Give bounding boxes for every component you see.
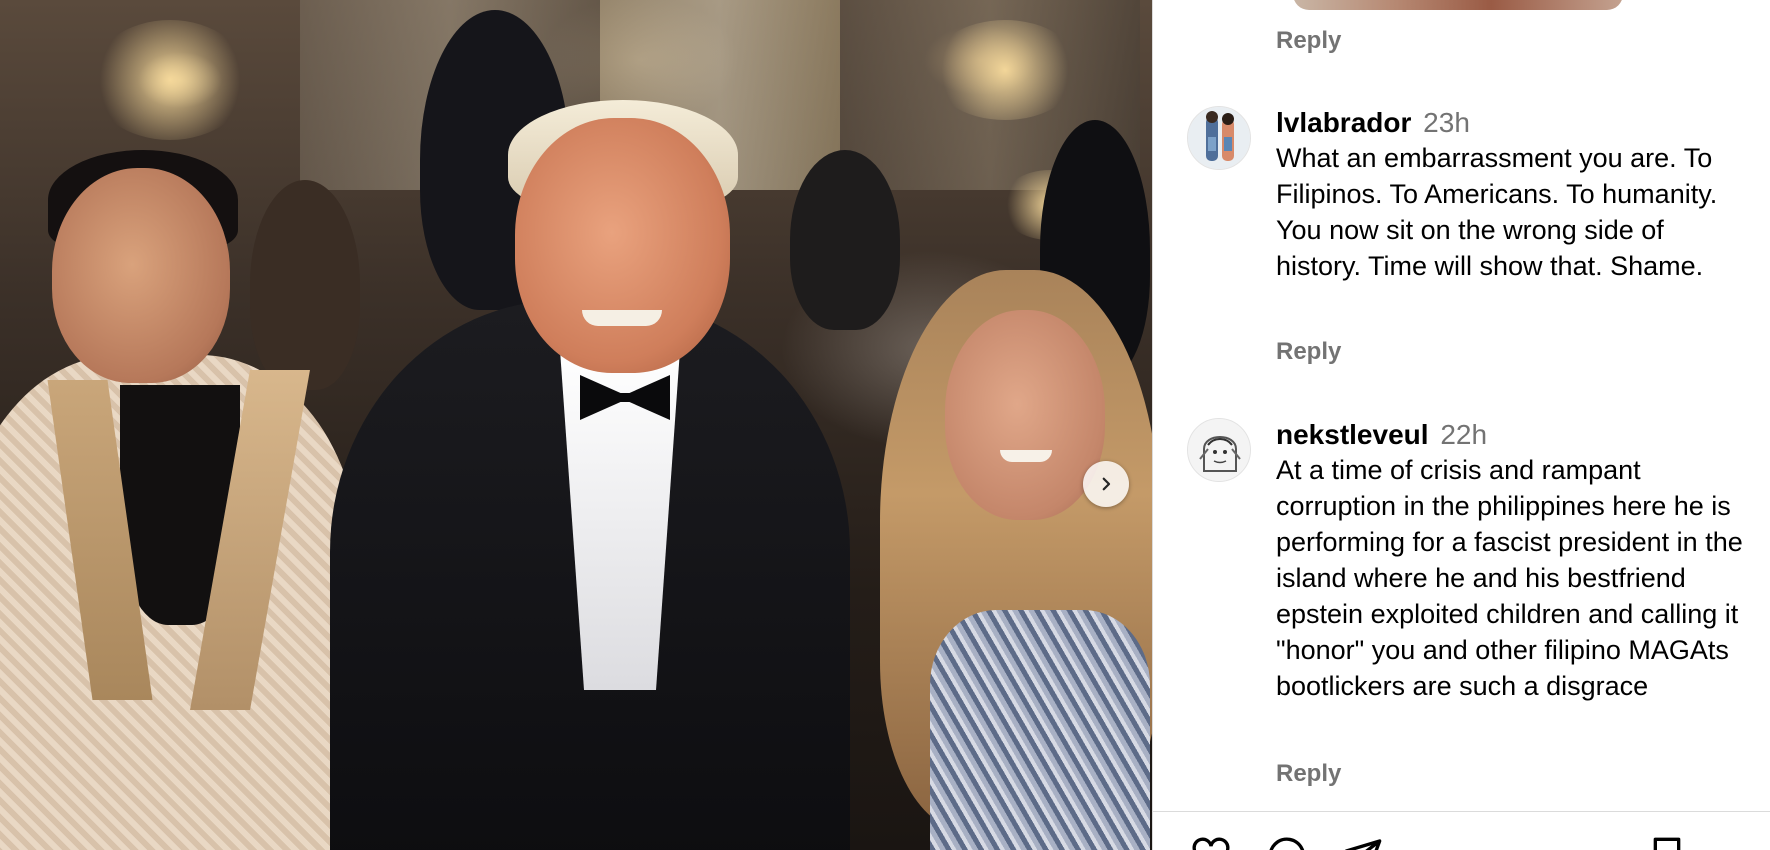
person-right-dress	[930, 610, 1150, 850]
reply-button[interactable]: Reply	[1276, 338, 1341, 366]
reply-button[interactable]: Reply	[1276, 760, 1341, 788]
comment-timestamp[interactable]: 23h	[1423, 107, 1470, 138]
comment-timestamp[interactable]: 22h	[1440, 419, 1487, 450]
chandelier-glow	[930, 20, 1080, 120]
post-action-bar	[1191, 836, 1770, 850]
person-left-face	[52, 168, 230, 383]
like-icon[interactable]	[1191, 836, 1231, 850]
previous-comment-image	[1293, 0, 1623, 10]
comments-panel: Reply lvlabrador 23h What an embarrassme…	[1152, 0, 1770, 850]
action-bar-divider	[1153, 811, 1770, 812]
post-photo	[0, 0, 1152, 850]
comment-username[interactable]: nekstleveul	[1276, 419, 1429, 450]
comment-text: At a time of crisis and rampant corrupti…	[1276, 455, 1743, 701]
avatar[interactable]	[1187, 418, 1251, 482]
save-icon[interactable]	[1647, 836, 1687, 850]
person-center-face	[515, 118, 730, 373]
comment-text: What an embarrassment you are. To Filipi…	[1276, 143, 1718, 281]
reply-button[interactable]: Reply	[1276, 27, 1341, 55]
chevron-right-icon	[1102, 477, 1111, 491]
background-guest	[250, 180, 360, 390]
avatar[interactable]	[1187, 106, 1251, 170]
chandelier-glow	[90, 20, 250, 140]
share-icon[interactable]	[1343, 836, 1383, 850]
comment-username[interactable]: lvlabrador	[1276, 107, 1411, 138]
person-right-face	[945, 310, 1105, 520]
next-photo-button[interactable]	[1083, 461, 1129, 507]
person-center-smile	[582, 310, 662, 326]
background-guest	[790, 150, 900, 330]
comment-icon[interactable]	[1267, 836, 1307, 850]
person-right-smile	[1000, 450, 1052, 462]
